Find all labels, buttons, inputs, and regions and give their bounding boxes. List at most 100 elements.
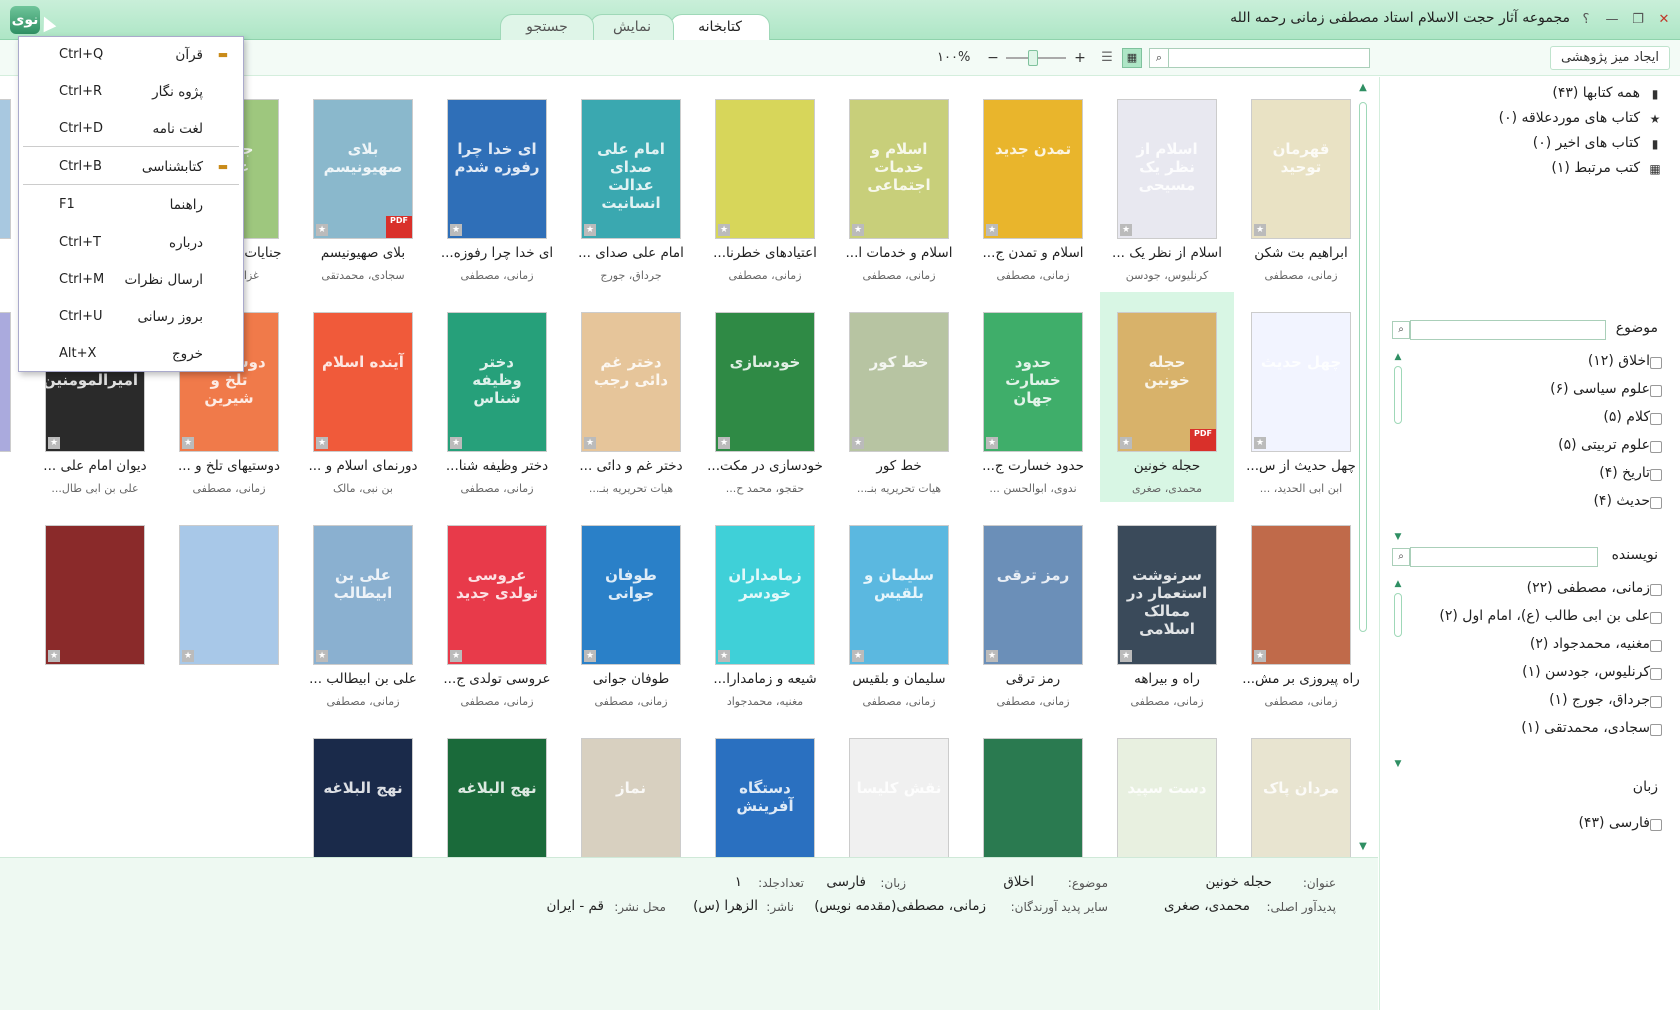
book-item[interactable]: اسلام از نظر یک مسیحی ★ اسلام از نظر یک ..… bbox=[1100, 79, 1234, 289]
facet-option-label[interactable]: علوم سیاسی (۶) bbox=[1550, 381, 1650, 397]
book-grid-scrollbar[interactable]: ▲ ▼ bbox=[1356, 82, 1370, 852]
book-item[interactable]: نهج البلاغه★ bbox=[430, 718, 564, 857]
book-item[interactable]: ★ اعتیادهای خطرنا... زمانی، مصطفی bbox=[698, 79, 832, 289]
favorite-star-icon[interactable]: ★ bbox=[450, 650, 462, 662]
tab-search[interactable]: جستجو bbox=[500, 14, 594, 40]
facet-option-label[interactable]: علی بن ابی طالب (ع)، امام اول (۲) bbox=[1439, 608, 1650, 624]
favorite-star-icon[interactable]: ★ bbox=[316, 224, 328, 236]
subject-facet-scrollbar[interactable]: ▲ ▼ bbox=[1392, 352, 1404, 542]
facet-option-label[interactable]: کرنلیوس، جودسن (۱) bbox=[1522, 664, 1650, 680]
book-item[interactable]: چهل حدیث ★ چهل حدیث از س... ابن ابی الحدید،… bbox=[1234, 292, 1368, 502]
favorite-star-icon[interactable]: ★ bbox=[584, 224, 596, 236]
list-view-icon[interactable]: ☰ bbox=[1097, 48, 1117, 68]
search-input[interactable] bbox=[1150, 48, 1370, 68]
zoom-slider-thumb[interactable] bbox=[1028, 50, 1038, 66]
favorite-star-icon[interactable]: ★ bbox=[1120, 224, 1132, 236]
facet-option-label[interactable]: تاریخ (۴) bbox=[1599, 465, 1650, 481]
book-item[interactable]: اسلام و خدمات اجتماعی ★ اسلام و خدمات ا...… bbox=[832, 79, 966, 289]
facet-checkbox[interactable] bbox=[1650, 469, 1662, 481]
favorite-star-icon[interactable]: ★ bbox=[718, 650, 730, 662]
facet-option-label[interactable]: کلام (۵) bbox=[1603, 409, 1650, 425]
maximize-button[interactable]: ❐ bbox=[1628, 10, 1648, 30]
menu-item[interactable]: لغت نامه Ctrl+D bbox=[19, 111, 243, 147]
book-item[interactable]: علی بن ابیطالب ★ علی بن ابیطالب ... زمانی، … bbox=[296, 505, 430, 715]
favorite-star-icon[interactable]: ★ bbox=[584, 650, 596, 662]
facet-checkbox[interactable] bbox=[1650, 696, 1662, 708]
scroll-down-icon[interactable]: ▼ bbox=[1392, 759, 1404, 769]
favorite-star-icon[interactable]: ★ bbox=[316, 650, 328, 662]
book-item[interactable]: نقش کلیسا★ bbox=[832, 718, 966, 857]
scroll-down-icon[interactable]: ▼ bbox=[1392, 532, 1404, 542]
favorite-star-icon[interactable]: ★ bbox=[718, 437, 730, 449]
favorite-star-icon[interactable]: ★ bbox=[1254, 437, 1266, 449]
favorite-star-icon[interactable]: ★ bbox=[450, 437, 462, 449]
book-item[interactable]: امام علی صدای عدالت انسانیت ★ امام علی صدا… bbox=[564, 79, 698, 289]
favorite-star-icon[interactable]: ★ bbox=[450, 224, 462, 236]
favorite-star-icon[interactable]: ★ bbox=[986, 650, 998, 662]
book-item[interactable]: قهرمان توحید ★ ابراهیم بت شکن زمانی، مصطفی bbox=[1234, 79, 1368, 289]
book-item[interactable]: ★ bbox=[966, 718, 1100, 857]
facet-option-label[interactable]: حدیث (۴) bbox=[1593, 493, 1650, 509]
favorite-star-icon[interactable]: ★ bbox=[852, 650, 864, 662]
zoom-out-button[interactable]: − bbox=[985, 48, 1001, 68]
favorite-star-icon[interactable]: ★ bbox=[1120, 437, 1132, 449]
facet-checkbox[interactable] bbox=[1650, 497, 1662, 509]
book-item[interactable]: نهج البلاغه★ bbox=[296, 718, 430, 857]
tab-library[interactable]: کتابخانه bbox=[670, 14, 770, 41]
facet-option-label[interactable]: سجادی، محمدتقی (۱) bbox=[1521, 720, 1650, 736]
search-icon[interactable]: ⌕ bbox=[1149, 48, 1169, 68]
book-item[interactable]: ★ راه پیروزی بر مش... زمانی، مصطفی bbox=[1234, 505, 1368, 715]
book-item[interactable]: خودسازی ★ خودسازی در مکت... حقجو، محمد ح... bbox=[698, 292, 832, 502]
favorite-star-icon[interactable]: ★ bbox=[1120, 650, 1132, 662]
book-item[interactable]: حجله خونین ★ PDF حجله خونین محمدی، صغری bbox=[1100, 292, 1234, 502]
scroll-up-icon[interactable]: ▲ bbox=[1356, 82, 1370, 93]
grid-view-icon[interactable]: ▦ bbox=[1122, 48, 1142, 68]
book-item[interactable]: طوفان جوانی ★ طوفان جوانی زمانی، مصطفی bbox=[564, 505, 698, 715]
favorite-star-icon[interactable]: ★ bbox=[986, 437, 998, 449]
book-item[interactable]: ای خدا چرا رفوزه شدم ★ ای خدا چرا رفوزه...… bbox=[430, 79, 564, 289]
app-logo-menu-button[interactable]: نوی bbox=[10, 6, 40, 34]
new-research-desk-button[interactable]: ایجاد میز پژوهشی bbox=[1550, 46, 1670, 70]
menu-item[interactable]: ▬ کتابشناسی Ctrl+B bbox=[19, 149, 243, 185]
favorite-star-icon[interactable]: ★ bbox=[1254, 224, 1266, 236]
book-item[interactable]: آینده اسلام ★ دورنمای اسلام و ... بن نبی، م… bbox=[296, 292, 430, 502]
book-item[interactable]: سرنوشت استعمار در ممالک اسلامی ★ راه و بیر… bbox=[1100, 505, 1234, 715]
menu-item[interactable]: ▬ قرآن Ctrl+Q bbox=[19, 37, 243, 73]
facet-option-label[interactable]: اخلاق (۱۲) bbox=[1588, 353, 1650, 369]
menu-item[interactable]: بروز رسانی Ctrl+U bbox=[19, 299, 243, 335]
book-item[interactable]: نماز★ bbox=[564, 718, 698, 857]
scroll-down-icon[interactable]: ▼ bbox=[1356, 841, 1370, 852]
book-item[interactable]: زمامداران خودسر ★ شیعه و زمامدارا... مغنیه،… bbox=[698, 505, 832, 715]
menu-item[interactable]: پژوه نگار Ctrl+R bbox=[19, 74, 243, 110]
help-button[interactable]: ؟ bbox=[1576, 10, 1596, 30]
minimize-button[interactable]: — bbox=[1602, 10, 1622, 30]
author-facet-scrollbar[interactable]: ▲ ▼ bbox=[1392, 579, 1404, 769]
search-icon[interactable]: ⌕ bbox=[1392, 321, 1410, 339]
facet-checkbox[interactable] bbox=[1650, 640, 1662, 652]
facet-checkbox[interactable] bbox=[1650, 357, 1662, 369]
book-item[interactable]: مردان پاک★ bbox=[1234, 718, 1368, 857]
favorite-star-icon[interactable]: ★ bbox=[48, 437, 60, 449]
scroll-up-icon[interactable]: ▲ bbox=[1392, 579, 1404, 589]
menu-item[interactable]: ارسال نظرات Ctrl+M bbox=[19, 262, 243, 298]
scrollbar-thumb[interactable] bbox=[1394, 366, 1402, 424]
book-item[interactable]: سلیمان و بلقیس ★ سلیمان و بلقیس زمانی، مصطف… bbox=[832, 505, 966, 715]
favorite-star-icon[interactable]: ★ bbox=[852, 437, 864, 449]
book-item[interactable]: رمز ترقی ★ رمز ترقی زمانی، مصطفی bbox=[966, 505, 1100, 715]
book-item[interactable]: حدود خسارت جهان ★ حدود خسارت ج... ندوی، ابو… bbox=[966, 292, 1100, 502]
book-item[interactable]: ★ bbox=[162, 505, 296, 715]
favorite-star-icon[interactable]: ★ bbox=[1254, 650, 1266, 662]
book-item[interactable]: دستگاه آفرینش★ bbox=[698, 718, 832, 857]
facet-option-label[interactable]: علوم تربیتی (۵) bbox=[1558, 437, 1650, 453]
facet-checkbox[interactable] bbox=[1650, 668, 1662, 680]
zoom-in-button[interactable]: + bbox=[1072, 48, 1088, 68]
author-search-input[interactable] bbox=[1410, 547, 1598, 567]
favorite-star-icon[interactable]: ★ bbox=[182, 650, 194, 662]
menu-item[interactable]: درباره Ctrl+T bbox=[19, 225, 243, 261]
book-item[interactable]: تمدن جدید ★ اسلام و تمدن ج... زمانی، مصطفی bbox=[966, 79, 1100, 289]
facet-option-label[interactable]: فارسی (۴۳) bbox=[1578, 815, 1650, 831]
menu-item[interactable]: راهنما F1 bbox=[19, 187, 243, 223]
favorite-star-icon[interactable]: ★ bbox=[584, 437, 596, 449]
book-item[interactable]: خط کور ★ خط کور هیات تحریریه بنـ... bbox=[832, 292, 966, 502]
search-icon[interactable]: ⌕ bbox=[1392, 548, 1410, 566]
